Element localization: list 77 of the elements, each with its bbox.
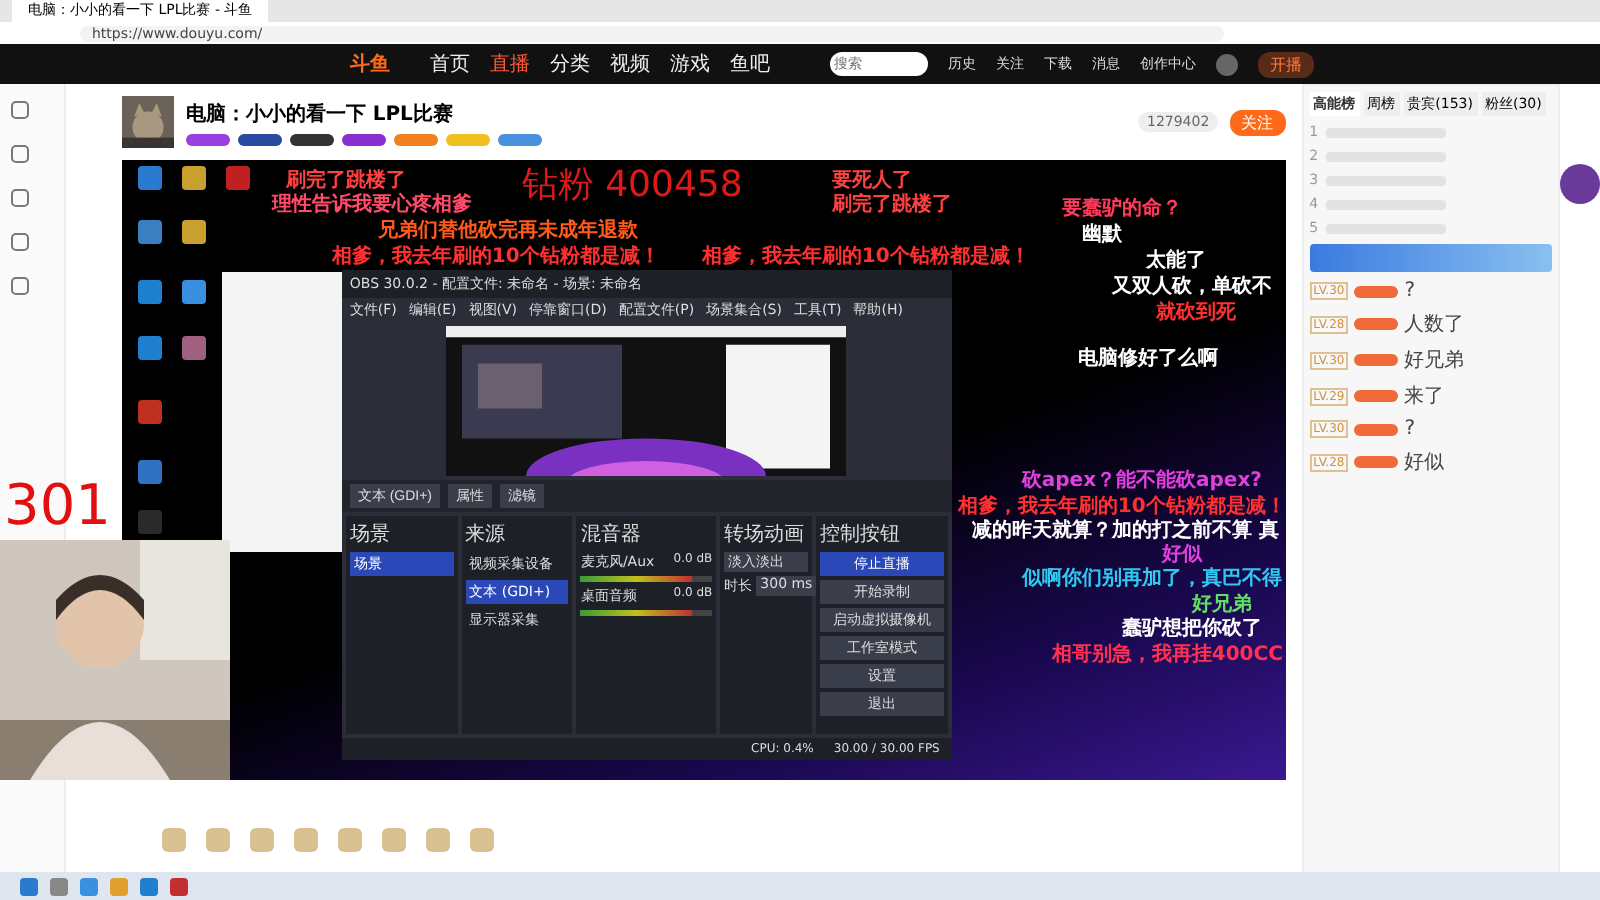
danmaku-comment: 就砍到死	[1155, 299, 1236, 326]
gift-icon[interactable]	[381, 828, 406, 852]
chat-message: 人数了	[1404, 312, 1465, 338]
sidebar-icon[interactable]	[10, 232, 30, 252]
dock-title: 转场动画	[724, 522, 807, 548]
user-badge	[1354, 354, 1399, 366]
gift-icon[interactable]	[337, 828, 362, 852]
sidebar-icon[interactable]	[10, 100, 30, 120]
danmaku-comment: 理性告诉我要心疼相爹	[271, 190, 472, 218]
gift-icon[interactable]	[161, 828, 186, 852]
danmaku-comment: 幽默	[1081, 221, 1122, 248]
broadcast-button[interactable]: 开播	[1258, 51, 1314, 77]
gift-icon[interactable]	[249, 828, 274, 852]
danmaku-comment: 蠢驴想把你砍了	[1121, 615, 1262, 642]
desktop-icon[interactable]	[181, 220, 206, 244]
danmaku-comment: 刷完了跳楼了	[831, 190, 952, 218]
user-badge	[1354, 285, 1399, 297]
chat-message: 好兄弟	[1404, 348, 1465, 374]
danmaku-comment: 钻粉 400458	[521, 162, 743, 208]
danmaku-comment: 相哥别急，我再挂400CC	[1051, 641, 1283, 668]
danmaku-comment: 要蠢驴的命？	[1061, 195, 1182, 222]
nav-link[interactable]: 直播	[490, 50, 530, 78]
user-badge	[1354, 318, 1399, 330]
desktop-icon[interactable]	[181, 280, 206, 304]
danmaku-comment: 砍apex？能不能砍apex?	[1021, 467, 1262, 494]
danmaku-comment: 减的昨天就算？加的打之前不算 真	[971, 516, 1279, 544]
danmaku-comment: 好兄弟	[1191, 591, 1252, 617]
gift-icon[interactable]	[469, 828, 494, 852]
sidebar-icon[interactable]	[10, 188, 30, 208]
site-logo[interactable]: 斗鱼	[350, 50, 390, 78]
room-title: 电脑：小小的看一下 LPL比赛	[185, 100, 455, 127]
gift-icon[interactable]	[425, 828, 450, 852]
gift-icon[interactable]	[205, 828, 230, 852]
danmaku-comment: 相爹，我去年刷的10个钻粉都是减！	[701, 243, 1030, 270]
danmaku-comment: 兄弟们替他砍完再未成年退款	[377, 216, 638, 244]
nav-link[interactable]: 游戏	[670, 50, 710, 78]
overlay-number: 301	[4, 472, 111, 538]
nav-link[interactable]: 视频	[610, 50, 650, 78]
room-badge[interactable]	[289, 133, 334, 145]
dock-title: 混音器	[580, 521, 643, 548]
danmaku-comment: 似啊你们别再加了，真巴不得	[1021, 565, 1282, 592]
desktop-icon[interactable]	[137, 336, 162, 360]
avatar-icon[interactable]	[1216, 53, 1238, 75]
room-badge[interactable]	[341, 133, 386, 145]
chat-message: ?	[1404, 418, 1416, 440]
desktop-icon[interactable]	[137, 220, 162, 244]
danmaku-comment: 太能了	[1145, 247, 1206, 274]
dock-title: 场景	[349, 521, 392, 548]
chat-message: 来了	[1404, 383, 1445, 410]
danmaku-comment: 刷完了跳楼了	[285, 166, 406, 192]
danmaku-comment: 要死人了	[831, 167, 912, 192]
nav-link[interactable]: 分类	[550, 50, 590, 78]
nav-link[interactable]: 首页	[430, 50, 470, 78]
desktop-icon[interactable]	[181, 166, 206, 190]
user-badge	[1354, 456, 1399, 468]
desktop-icon[interactable]	[181, 336, 206, 360]
danmaku-comment: 相爹，我去年刷的10个钻粉都是减！	[957, 493, 1286, 518]
user-badge	[1354, 390, 1399, 402]
danmaku-comment: 又双人砍，单砍不	[1111, 273, 1272, 300]
danmaku-comment: 相爹，我去年刷的10个钻粉都是减！	[331, 243, 660, 270]
sidebar-icon[interactable]	[10, 144, 30, 164]
user-badge	[1354, 423, 1399, 435]
sidebar-icon[interactable]	[10, 276, 30, 296]
gift-icon[interactable]	[293, 828, 318, 852]
dock-title: 来源	[465, 521, 508, 548]
desktop-icon[interactable]	[137, 400, 162, 424]
nav-link[interactable]: 鱼吧	[730, 50, 770, 78]
danmaku-comment: 好似	[1161, 542, 1202, 567]
room-badge[interactable]	[237, 133, 282, 145]
desktop-icon[interactable]	[137, 280, 162, 304]
chat-message: ?	[1404, 280, 1416, 302]
danmaku-comment: 电脑修好了么啊	[1077, 344, 1218, 372]
desktop-icon[interactable]	[137, 460, 162, 484]
dock-title: 控制按钮	[820, 521, 903, 548]
chat-message: 好似	[1404, 450, 1445, 476]
avatar-icon[interactable]	[1560, 164, 1600, 204]
desktop-icon[interactable]	[137, 166, 162, 190]
